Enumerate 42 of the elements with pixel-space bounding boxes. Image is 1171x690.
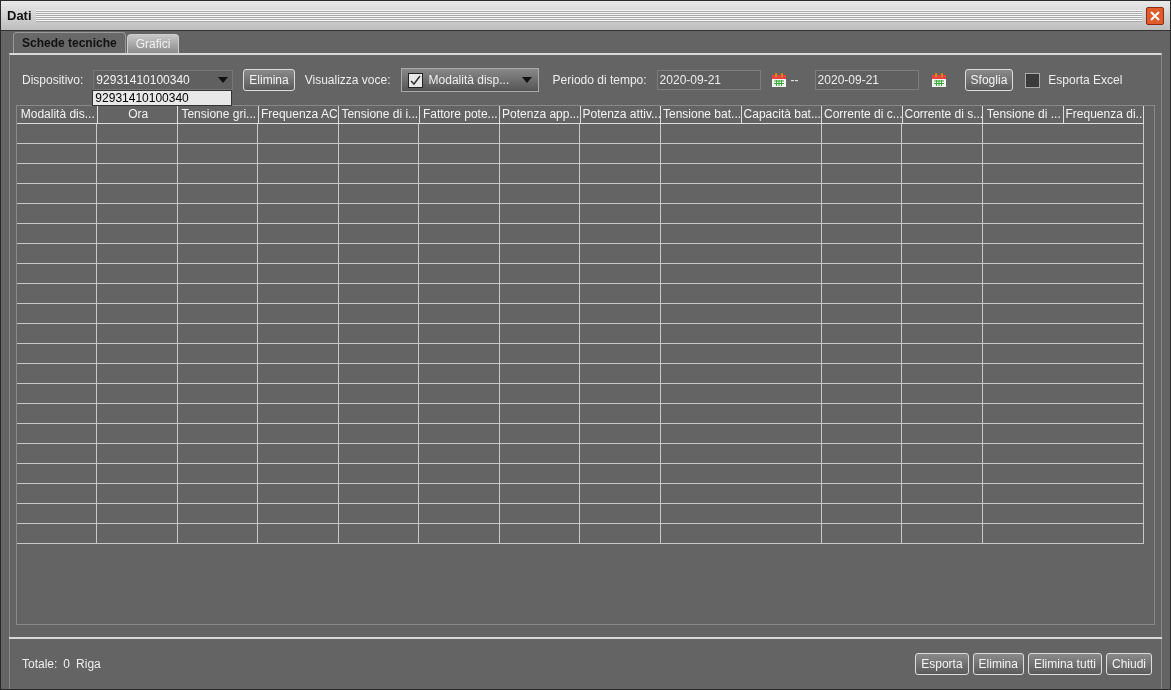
dropdown-list-item[interactable]: 92931410100340 [93, 91, 189, 105]
column-header[interactable]: Tensione di i... [339, 106, 420, 124]
date-separator: -- [790, 72, 799, 89]
column-header[interactable]: Potenza app... [500, 106, 581, 124]
export-excel-label: Esporta Excel [1048, 72, 1123, 89]
total-count: 0 [63, 656, 71, 673]
period-label: Periodo di tempo: [552, 72, 647, 89]
dropdown-arrow-icon [218, 77, 229, 83]
window-title: Dati [7, 6, 32, 25]
total-label: Totale: [22, 656, 58, 673]
column-header[interactable]: Modalità dis... [17, 106, 98, 124]
column-header[interactable]: Tensione di ... [983, 106, 1064, 124]
dropdown-arrow-icon [521, 77, 532, 83]
calendar-icon[interactable] [770, 72, 787, 88]
footer-button[interactable]: Esporta [915, 653, 969, 675]
footer-button[interactable]: Chiudi [1105, 653, 1152, 675]
column-header[interactable]: Tensione bat... [661, 106, 742, 124]
column-header[interactable]: Corrente di s... [902, 106, 983, 124]
date-field[interactable]: 2020-09-21 [814, 70, 919, 90]
device-label: Dispositivo: [22, 72, 84, 89]
browse-button[interactable]: Sfoglia [964, 69, 1014, 91]
footer-button[interactable]: Elimina [972, 653, 1024, 675]
row-unit-label: Riga [76, 656, 101, 673]
checkbox[interactable] [1025, 72, 1041, 88]
close-icon [1149, 9, 1161, 22]
column-header[interactable]: Frequenza di... [1063, 106, 1144, 124]
delete-button[interactable]: Elimina [243, 69, 295, 91]
column-header[interactable]: Corrente di c... [822, 106, 903, 124]
close-button[interactable] [1146, 6, 1164, 25]
column-header[interactable]: Ora [97, 106, 178, 124]
column-header[interactable]: Fattore pote... [419, 106, 500, 124]
column-header[interactable]: Frequenza AC [258, 106, 339, 124]
footer-button[interactable]: Elimina tutti [1027, 653, 1102, 675]
checkbox[interactable] [407, 72, 423, 88]
column-header[interactable]: Capacità bat... [741, 106, 822, 124]
column-header[interactable]: Potenza attiv... [580, 106, 661, 124]
date-field[interactable]: 2020-09-21 [656, 70, 761, 90]
calendar-icon[interactable] [930, 72, 947, 88]
view-label: Visualizza voce: [304, 72, 391, 89]
view-combo[interactable]: Modalità disp... [400, 68, 539, 92]
tab[interactable]: Schede tecniche [13, 32, 126, 53]
column-header[interactable]: Tensione gri... [178, 106, 259, 124]
